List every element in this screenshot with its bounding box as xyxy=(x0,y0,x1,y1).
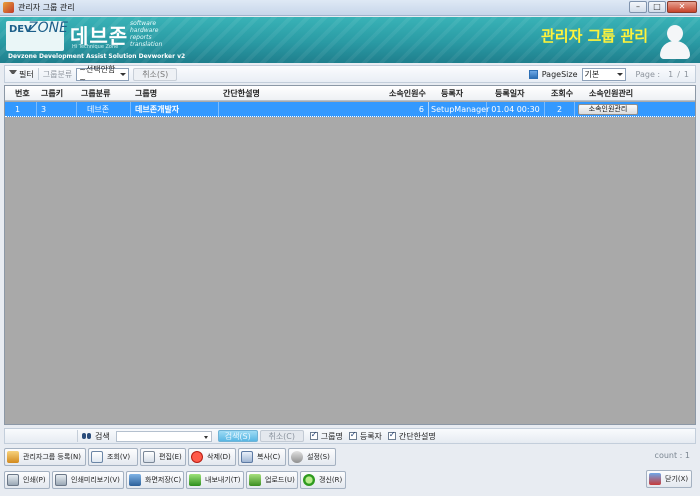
checkbox-checked-icon xyxy=(348,430,357,440)
delete-button[interactable]: 삭제(D) xyxy=(188,448,237,466)
col-name[interactable]: 그룹명 xyxy=(135,86,157,101)
pagesize-label: PageSize xyxy=(541,70,578,79)
table-row[interactable]: 1 3 데브존 데브존개발자 6 SetupManager 01.04 00:3… xyxy=(5,102,695,117)
col-key[interactable]: 그룹키 xyxy=(41,86,63,101)
add-group-button[interactable]: 관리자그룹 등록(N) xyxy=(4,448,87,466)
delete-icon xyxy=(191,451,204,463)
add-folder-icon xyxy=(7,451,19,463)
col-member-manage[interactable]: 소속인원관리 xyxy=(589,86,633,101)
chevron-down-icon xyxy=(203,435,208,439)
col-no[interactable]: 번호 xyxy=(15,86,30,101)
page-label: Page : xyxy=(635,70,661,79)
logo-zone: ZONE xyxy=(28,20,68,36)
search-cancel-button[interactable]: 취소(C) xyxy=(259,430,304,442)
settings-button[interactable]: 설정(S) xyxy=(288,448,337,466)
checkbox-checked-icon xyxy=(387,430,396,440)
pagesize-select[interactable]: 기본 xyxy=(581,68,626,81)
action-toolbar: 관리자그룹 등록(N) 조회(V) 편집(E) 삭제(D) 복사(C) 설정(S… xyxy=(4,447,696,467)
window-title: 관리자 그룹 관리 xyxy=(18,3,75,12)
window-controls: – □ ✕ xyxy=(629,1,697,13)
check-registrar[interactable]: 등록자 xyxy=(348,430,382,442)
member-manage-button[interactable]: 소속인원관리 xyxy=(578,104,638,115)
app-icon xyxy=(3,2,14,13)
pagesize-icon xyxy=(528,70,538,79)
screen-save-icon xyxy=(129,474,141,486)
filter-cancel-button[interactable]: 취소(S) xyxy=(133,67,178,81)
filter-toolbar: 필터 그룹분류 ~선택안함~ 취소(S) PageSize 기본 Page : … xyxy=(4,65,696,84)
user-avatar-icon xyxy=(655,21,695,61)
view-icon xyxy=(91,451,104,463)
minimize-button[interactable]: – xyxy=(629,1,647,13)
exit-icon xyxy=(649,473,661,485)
upload-button[interactable]: 업로드(U) xyxy=(246,471,298,489)
checkbox-checked-icon xyxy=(309,430,318,440)
col-members[interactable]: 소속인원수 xyxy=(389,86,426,101)
group-class-label: 그룹분류 xyxy=(42,69,73,79)
export-icon xyxy=(189,474,201,486)
print-button[interactable]: 인쇄(P) xyxy=(4,471,50,489)
group-grid[interactable]: 번호 그룹키 그룹분류 그룹명 간단한설명 소속인원수 등록자 등록일자 조회수… xyxy=(4,85,696,425)
header-banner: DEV ZONE 데브존 Hi Technique Zone software … xyxy=(0,17,700,63)
refresh-button[interactable]: 갱신(R) xyxy=(300,471,346,489)
window-titlebar: 관리자 그룹 관리 – □ ✕ xyxy=(0,0,700,16)
upload-icon xyxy=(249,474,261,486)
search-input[interactable] xyxy=(115,430,212,442)
col-class[interactable]: 그룹분류 xyxy=(81,86,110,101)
print-preview-icon xyxy=(55,474,67,486)
page-separator: / xyxy=(677,70,680,79)
search-toolbar: 검색 검색(S) 취소(C) 그룹명 등록자 간단한설명 xyxy=(4,428,696,444)
chevron-down-icon xyxy=(616,73,623,76)
print-preview-button[interactable]: 인쇄미리보기(V) xyxy=(52,471,124,489)
check-description[interactable]: 간단한설명 xyxy=(387,430,436,442)
settings-tools-icon xyxy=(291,451,304,463)
edit-button[interactable]: 편집(E) xyxy=(140,448,187,466)
check-group-name[interactable]: 그룹명 xyxy=(309,430,343,442)
col-desc[interactable]: 간단한설명 xyxy=(223,86,260,101)
page-title: 관리자 그룹 관리 xyxy=(541,27,649,45)
close-window-button[interactable]: ✕ xyxy=(667,1,697,13)
export-button[interactable]: 내보내기(T) xyxy=(186,471,244,489)
banner-subtitle: Devzone Development Assist Solution Devw… xyxy=(8,53,186,60)
page-total: 1 xyxy=(683,70,689,79)
refresh-icon xyxy=(303,474,315,486)
logo-words: software hardware reports translation xyxy=(130,20,163,48)
col-views[interactable]: 조회수 xyxy=(551,86,573,101)
pagesize-group: PageSize 기본 Page : 1 / 1 xyxy=(528,68,689,81)
chevron-down-icon xyxy=(120,72,127,76)
grid-header: 번호 그룹키 그룹분류 그룹명 간단한설명 소속인원수 등록자 등록일자 조회수… xyxy=(5,86,695,101)
col-registrar[interactable]: 등록자 xyxy=(441,86,463,101)
printer-icon xyxy=(7,474,19,486)
search-button[interactable]: 검색(S) xyxy=(217,430,258,442)
record-count: count : 1 xyxy=(654,451,690,460)
output-toolbar: 인쇄(P) 인쇄미리보기(V) 화면저장(C) 내보내기(T) 업로드(U) 갱… xyxy=(4,470,696,490)
filter-icon xyxy=(9,70,17,78)
filter-toggle[interactable]: 필터 xyxy=(9,69,34,80)
view-button[interactable]: 조회(V) xyxy=(88,448,139,466)
logo-tagline: Hi Technique Zone xyxy=(72,44,119,50)
col-date[interactable]: 등록일자 xyxy=(495,86,524,101)
copy-icon xyxy=(241,451,254,463)
close-button[interactable]: 닫기(X) xyxy=(646,470,692,488)
copy-button[interactable]: 복사(C) xyxy=(238,448,287,466)
search-label: 검색 xyxy=(95,431,110,441)
binoculars-icon xyxy=(82,432,92,440)
page-current: 1 xyxy=(668,70,674,79)
screen-save-button[interactable]: 화면저장(C) xyxy=(126,471,184,489)
maximize-button[interactable]: □ xyxy=(648,1,666,13)
edit-document-icon xyxy=(143,451,156,463)
group-class-select[interactable]: ~선택안함~ xyxy=(76,65,130,84)
